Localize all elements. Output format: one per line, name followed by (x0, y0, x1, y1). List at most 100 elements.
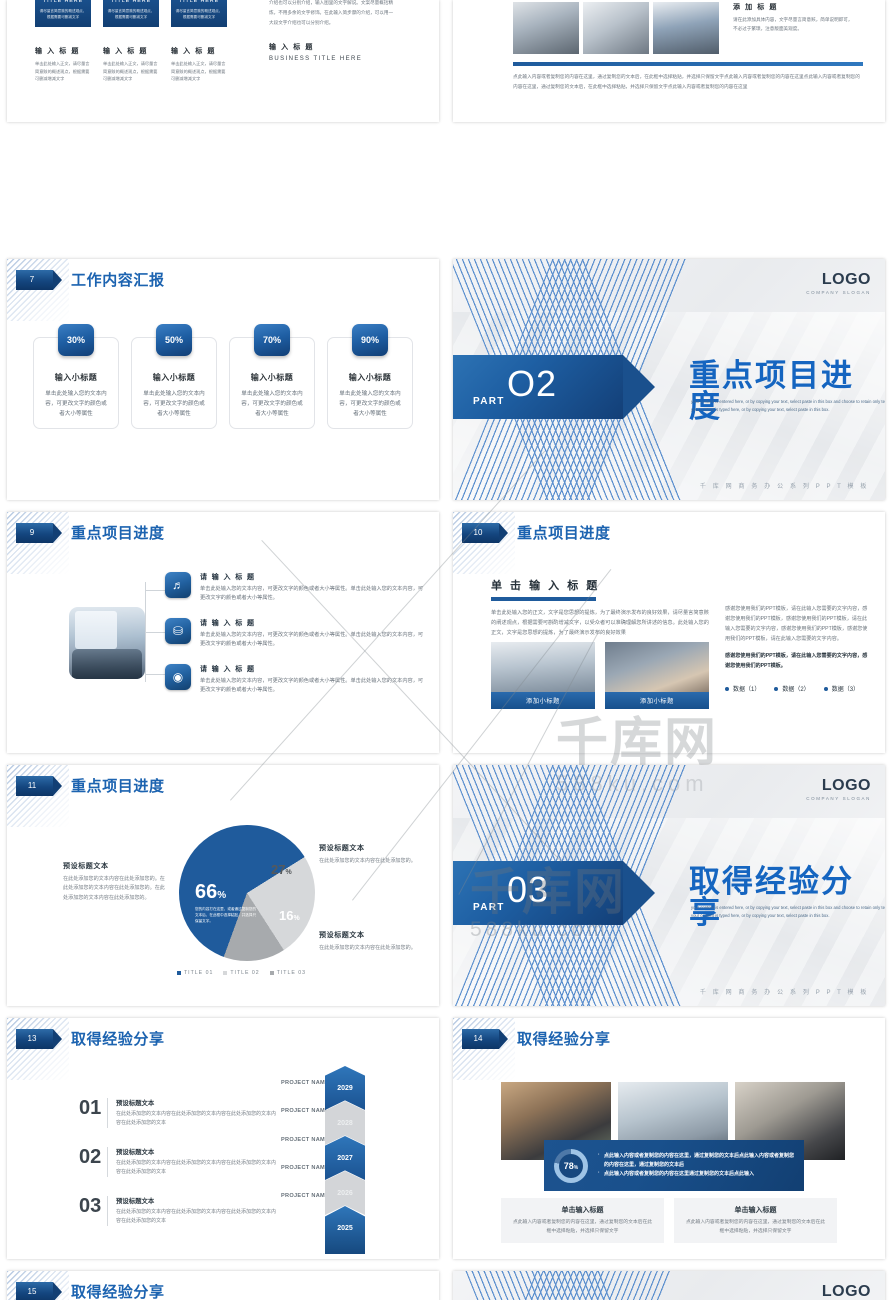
numbered-card-row: 01 TITLE HERE 请尽量言简意赅的概述观点，根据需要可删减文字 02 … (35, 0, 227, 28)
slide-16-section-divider[interactable]: PART 04 下步工作目标 your content is entered h… (453, 1271, 885, 1300)
slide-number-badge: 13 (16, 1028, 62, 1049)
body-paragraph: 单击此处输入您的正文，文字是您思想的提炼，为了最终演示发布的良好效果，请尽量言简… (491, 610, 709, 637)
slide-header: 14 取得经验分享 (462, 1028, 611, 1049)
photo-card[interactable]: 添加小标题 (605, 642, 709, 709)
slide-15[interactable]: 15 取得经验分享 BUSINESS 标题文字内容 您的内容打在这里，或者通过复… (7, 1271, 439, 1300)
card-desc: 单击此处输入您的文本内容，可更改文字的颜色或者大小等属性 (241, 391, 303, 417)
project-name: PROJECT NAME (281, 1080, 330, 1086)
list-item[interactable]: ♬ 请 输 入 标 题 单击此处输入您的文本内容，可更改文字的颜色或者大小等属性… (165, 572, 425, 603)
card-desc: 请尽量言简意赅的概述观点，根据需要可删减文字 (107, 9, 155, 20)
slide-11-pie-chart[interactable]: 11 重点项目进度 预设标题文本 在此处添加您的文本内容在此处添加您的。在此处添… (7, 765, 439, 1006)
photo-presentation (69, 607, 145, 679)
legend-item: 数据（3） (823, 684, 859, 693)
slide-14[interactable]: 14 取得经验分享 78% 点此输入内容或者复制您的内容在这里，通过复制您的文本… (453, 1018, 885, 1259)
item-title: 预设标题文本 (115, 1100, 155, 1107)
slide-cell-12[interactable]: PART 03 取得经验分享 your content is entered h… (446, 759, 892, 1012)
card-title: 单击输入标题 (734, 1207, 777, 1214)
photo-card[interactable]: 添加小标题 (491, 642, 595, 709)
annotation-desc: 在此处添加您的文本内容在此处添加您的。 (319, 945, 416, 951)
info-card[interactable]: 单击输入标题 点此输入内容或者复制您的内容在这里，通过复制您的文本后在此框中选择… (501, 1198, 664, 1244)
slide-cell-14[interactable]: 14 取得经验分享 78% 点此输入内容或者复制您的内容在这里，通过复制您的文本… (446, 1012, 892, 1265)
percent-badge: 50% (156, 324, 192, 356)
right-paragraph: 感谢您使用我们的PPT模板，请在此输入您需要的文字内容，感谢您使用我们的PPT模… (725, 606, 868, 642)
heading-desc: 单击此处输入正文，请尽量言简意赅的概述观点，根据需要可删减增减文字 (103, 61, 158, 82)
slide-cell-partial-left[interactable]: 01 TITLE HERE 请尽量言简意赅的概述观点，根据需要可删减文字 02 … (0, 0, 446, 128)
photo-caption: 添加小标题 (491, 692, 595, 709)
numbered-card[interactable]: 02 TITLE HERE 请尽量言简意赅的概述观点，根据需要可删减文字 (103, 0, 159, 28)
percent-card[interactable]: 90% 输入小标题 单击此处输入您的文本内容，可更改文字的颜色或者大小等属性 (327, 324, 413, 429)
right-heading: 添 加 标 题 (733, 4, 779, 11)
card-title: TITLE HERE (42, 0, 84, 4)
project-name: PROJECT NAME (281, 1164, 330, 1171)
slide-7[interactable]: 7 工作内容汇报 30% 输入小标题 单击此处输入您的文本内容，可更改文字的颜色… (7, 259, 439, 500)
logo-block: LOGO COMPANY SLOGAN (806, 271, 871, 295)
slide-header: 9 重点项目进度 (16, 522, 165, 543)
annotation-title: 预设标题文本 (319, 932, 365, 939)
info-card-row: 单击输入标题 点此输入内容或者复制您的内容在这里，通过复制您的文本后在此框中选择… (501, 1198, 837, 1244)
slide-cell-11[interactable]: 11 重点项目进度 预设标题文本 在此处添加您的文本内容在此处添加您的。在此处添… (0, 759, 446, 1012)
numbered-card[interactable]: 01 TITLE HERE 请尽量言简意赅的概述观点，根据需要可删减文字 (35, 0, 91, 28)
list-item[interactable]: ⛁ 请 输 入 标 题 单击此处输入您的文本内容，可更改文字的颜色或者大小等属性… (165, 618, 425, 649)
photo-row: 添加小标题 添加小标题 (491, 642, 709, 709)
item-number: 01 (79, 1097, 102, 1119)
card-desc: 单击此处输入您的文本内容，可更改文字的颜色或者大小等属性 (45, 391, 107, 417)
photo-caption: 添加小标题 (605, 692, 709, 709)
slide-13[interactable]: 13 取得经验分享 01 预设标题文本 在此处添加您的文本内容在此处添加您的文本… (7, 1018, 439, 1259)
item-desc: 单击此处输入您的文本内容，可更改文字的颜色或者大小等属性。单击此处输入您的文本内… (200, 632, 424, 648)
heading-desc: 单击此处输入正文，请尽量言简意赅的概述观点，根据需要可删减增减文字 (35, 61, 90, 82)
photo-office (491, 642, 595, 692)
section-body: your content is entered here, or by copy… (691, 398, 885, 414)
percent-card[interactable]: 30% 输入小标题 单击此处输入您的文本内容，可更改文字的颜色或者大小等属性 (33, 324, 119, 429)
list-item[interactable]: 03 预设标题文本 在此处添加您的文本内容在此处添加您的文本内容在此处添加您的文… (79, 1196, 279, 1226)
heading-block: 输 入 标 题 单击此处输入正文，请尽量言简意赅的概述观点，根据需要可删减增减文… (35, 46, 91, 83)
bullet-item: 点此输入内容或者复制您的内容在这里，通过复制您的文本后点此输入内容或者复制您的内… (598, 1151, 794, 1171)
slide-9[interactable]: 9 重点项目进度 ♬ 请 输 入 标 题 单击此处输入您的文本内容，可更改文字的… (7, 512, 439, 753)
slide-cell-16[interactable]: PART 04 下步工作目标 your content is entered h… (446, 1265, 892, 1300)
legend-dot-icon (774, 686, 779, 691)
numbered-list: 01 预设标题文本 在此处添加您的文本内容在此处添加您的文本内容在此处添加您的文… (79, 1098, 279, 1245)
slide-partial-right[interactable]: 添 加 标 题 请在此添加具体内容，文字尽量言简意赅，简单说明即可，不必过于繁琐… (453, 0, 885, 122)
slide-header: 10 重点项目进度 (462, 522, 611, 543)
slide-cell-15[interactable]: 15 取得经验分享 BUSINESS 标题文字内容 您的内容打在这里，或者通过复… (0, 1265, 446, 1300)
logo-block: LOGO COMPANY SLOGAN (806, 777, 871, 801)
slide-cell-10[interactable]: 10 重点项目进度 单 击 输 入 标 题 单击此处输入您的正文，文字是您思想的… (446, 506, 892, 759)
slide-cell-7[interactable]: 7 工作内容汇报 30% 输入小标题 单击此处输入您的文本内容，可更改文字的颜色… (0, 253, 446, 506)
part-label: PART (473, 902, 505, 914)
chevron-timeline: 2029 2028 2027 2026 2025 (325, 1066, 365, 1254)
right-bold-paragraph: 感谢您使用我们的PPT模板，请在此输入您需要的文字内容，感谢您使用我们的PPT模… (725, 652, 868, 669)
part-number: O2 (507, 363, 558, 405)
chart-legend: TITLE 01 TITLE 02 TITLE 03 (177, 970, 306, 976)
numbered-card[interactable]: 03 TITLE HERE 请尽量言简意赅的概述观点，根据需要可删减文字 (171, 0, 227, 28)
section-body-line1: your content is entered here, or by copy… (691, 399, 885, 405)
slide-10[interactable]: 10 重点项目进度 单 击 输 入 标 题 单击此处输入您的正文，文字是您思想的… (453, 512, 885, 753)
photo-row (513, 2, 719, 54)
slide-cell-13[interactable]: 13 取得经验分享 01 预设标题文本 在此处添加您的文本内容在此处添加您的文本… (0, 1012, 446, 1265)
right-subtitle: BUSINESS TITLE HERE (269, 55, 363, 62)
slide-12-section-divider[interactable]: PART 03 取得经验分享 your content is entered h… (453, 765, 885, 1006)
annotation-top-right: 预设标题文本 在此处添加您的文本内容在此处添加您的。 (319, 843, 419, 866)
slide-cell-9[interactable]: 9 重点项目进度 ♬ 请 输 入 标 题 单击此处输入您的文本内容，可更改文字的… (0, 506, 446, 759)
slide-cell-8[interactable]: PART O2 重点项目进度 your content is entered h… (446, 253, 892, 506)
info-card[interactable]: 单击输入标题 点此输入内容或者复制您的内容在这里，通过复制您的文本后在此框中选择… (674, 1198, 837, 1244)
pie-chart[interactable]: 66% 您的内容打在这里，或者通过复制您的文本后，在此框中选择粘贴，并选择只保留… (179, 825, 315, 961)
slide-number-badge: 10 (462, 522, 508, 543)
item-title: 请 输 入 标 题 (200, 620, 256, 628)
slide-number-badge: 11 (16, 775, 62, 796)
heading-block: 输 入 标 题 单击此处输入正文，请尽量言简意赅的概述观点，根据需要可删减增减文… (171, 46, 227, 83)
slide-8-section-divider[interactable]: PART O2 重点项目进度 your content is entered h… (453, 259, 885, 500)
percent-card[interactable]: 70% 输入小标题 单击此处输入您的文本内容，可更改文字的颜色或者大小等属性 (229, 324, 315, 429)
page-title: 重点项目进度 (71, 778, 165, 795)
slide-partial-left[interactable]: 01 TITLE HERE 请尽量言简意赅的概述观点，根据需要可删减文字 02 … (7, 0, 439, 122)
page-title: 取得经验分享 (71, 1284, 165, 1300)
list-item[interactable]: ◉ 请 输 入 标 题 单击此处输入您的文本内容，可更改文字的颜色或者大小等属性… (165, 664, 425, 695)
legend-dot-icon (823, 686, 828, 691)
card-desc: 请尽量言简意赅的概述观点，根据需要可删减文字 (39, 9, 87, 20)
list-item[interactable]: 01 预设标题文本 在此处添加您的文本内容在此处添加您的文本内容在此处添加您的文… (79, 1098, 279, 1128)
list-item[interactable]: 02 预设标题文本 在此处添加您的文本内容在此处添加您的文本内容在此处添加您的文… (79, 1147, 279, 1177)
percent-card[interactable]: 50% 输入小标题 单击此处输入您的文本内容，可更改文字的颜色或者大小等属性 (131, 324, 217, 429)
slide-cell-partial-right[interactable]: 添 加 标 题 请在此添加具体内容，文字尽量言简意赅，简单说明即可，不必过于繁琐… (446, 0, 892, 128)
item-desc: 单击此处输入您的文本内容，可更改文字的颜色或者大小等属性。单击此处输入您的文本内… (200, 678, 424, 694)
legend-swatch-icon (223, 971, 228, 975)
chevron-year[interactable]: 2025 (325, 1206, 365, 1254)
right-text-block: 添 加 标 题 请在此添加具体内容，文字尽量言简意赅，简单说明即可，不必过于繁琐… (733, 2, 853, 33)
